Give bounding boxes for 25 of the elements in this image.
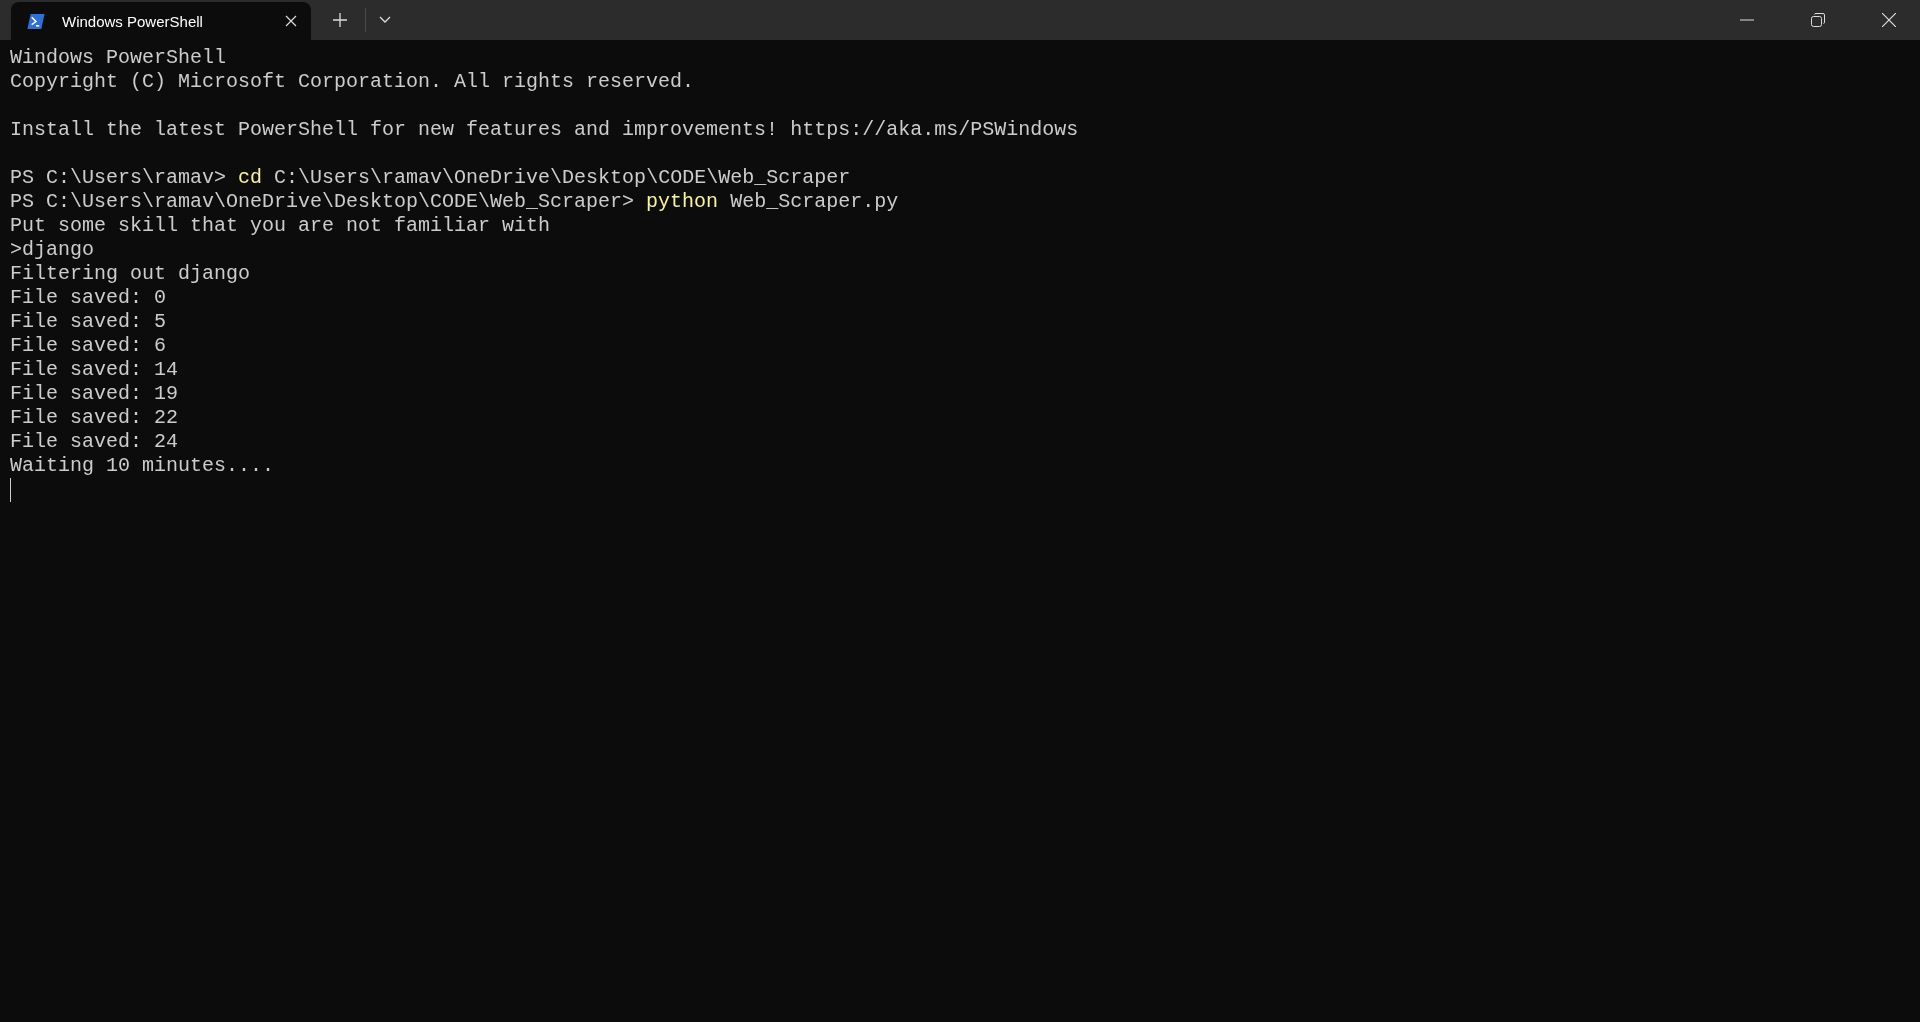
dropdown-chevron-icon[interactable] [379,16,391,24]
terminal-line: File saved: 24 [10,430,180,454]
close-icon[interactable] [1882,13,1896,27]
terminal-line: Copyright (C) Microsoft Corporation. All rights reserved. [10,70,696,94]
close-tab-icon[interactable] [285,15,297,27]
terminal-line: Install the latest PowerShell for new features and improvements! https://aka.ms/PSWindows [10,118,1080,142]
command-line: PS C:\Users\ramav> cd C:\Users\ramav\OneDrive\Desktop\CODE\Web_Scraper [10,166,852,190]
terminal-line: File saved: 6 [10,334,168,358]
terminal-line: Windows PowerShell [10,46,228,70]
terminal-line: >django [10,238,95,262]
terminal-line: File saved: 0 [10,286,168,310]
terminal-line: File saved: 14 [10,358,180,382]
terminal-line: File saved: 22 [10,406,180,430]
command-line: PS C:\Users\ramav\OneDrive\Desktop\CODE\Web_Scraper> python Web_Scraper.py [10,190,900,214]
new-tab-icon[interactable] [333,13,347,27]
terminal-tab[interactable]: Windows PowerShell [11,2,311,40]
terminal-line: Filtering out django [10,262,252,286]
terminal-line: File saved: 5 [10,310,168,334]
terminal-line: Put some skill that you are not familiar with [10,214,552,238]
restore-icon[interactable] [1811,13,1825,27]
terminal-line: File saved: 19 [10,382,180,406]
terminal-line: Waiting 10 minutes.... [10,454,276,478]
tab-title: Windows PowerShell [62,12,204,30]
powershell-icon [27,13,45,29]
text-cursor [10,478,11,502]
